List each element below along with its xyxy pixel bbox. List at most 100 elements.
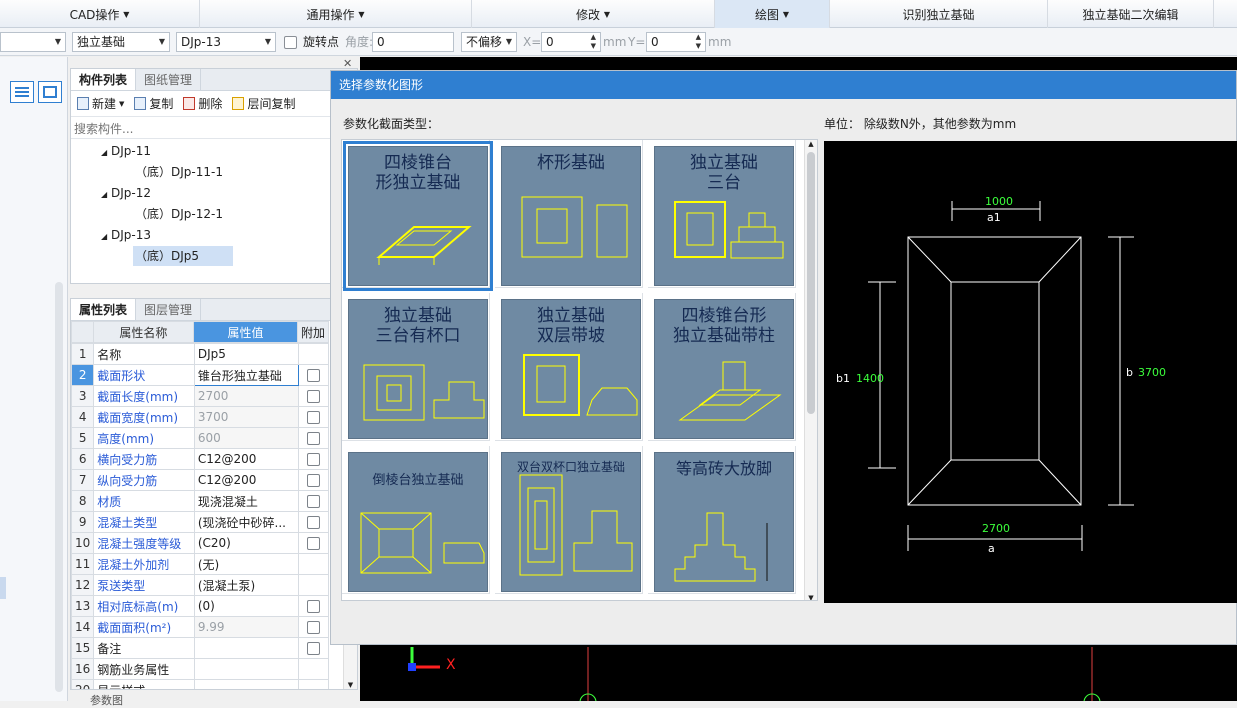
row-number: 13 xyxy=(71,595,95,617)
property-row[interactable]: 9 混凝土类型 (现浇砼中砂碎... xyxy=(71,511,329,533)
property-row[interactable]: 10 混凝土强度等级 (C20) xyxy=(71,532,329,554)
menu-cad-ops[interactable]: CAD操作 ▼ xyxy=(0,0,200,28)
row-number: 20 xyxy=(71,679,95,689)
property-row[interactable]: 14 截面面积(m²) 9.99 xyxy=(71,616,329,638)
shape-cell-inverted-frustum[interactable]: 倒棱台独立基础 xyxy=(342,446,490,594)
attach-checkbox[interactable] xyxy=(307,621,321,634)
attach-checkbox[interactable] xyxy=(307,411,321,424)
shape-cell-frustum-column[interactable]: 四棱锥台形 独立基础带柱 xyxy=(648,293,796,441)
property-row[interactable]: 16 钢筋业务属性 xyxy=(71,658,329,680)
tree-child[interactable]: （底）DJp-11-1 xyxy=(135,162,223,182)
shape-cell-three-step[interactable]: 独立基础 三台 xyxy=(648,140,796,288)
shape-cell-frustum[interactable]: 四棱锥台 形独立基础 xyxy=(342,140,493,291)
property-value[interactable] xyxy=(193,658,300,680)
shape-thumbnail: 双台双杯口独立基础 xyxy=(501,452,641,592)
attach-checkbox[interactable] xyxy=(307,537,321,550)
property-row[interactable]: 5 高度(mm) 600 xyxy=(71,427,329,449)
property-row[interactable]: 11 混凝土外加剂 (无) xyxy=(71,553,329,575)
property-row[interactable]: 8 材质 现浇混凝土 xyxy=(71,490,329,512)
new-button[interactable]: 新建 ▼ xyxy=(77,95,124,112)
layer-combo[interactable]: ▼ xyxy=(0,32,66,52)
property-row[interactable]: 3 截面长度(mm) 2700 xyxy=(71,385,329,407)
copy-button[interactable]: 复制 xyxy=(134,95,173,112)
property-row[interactable]: 2 截面形状 锥台形独立基础 xyxy=(71,364,329,386)
property-row[interactable]: 13 相对底标高(m) (0) xyxy=(71,595,329,617)
property-row[interactable]: 20显示样式 xyxy=(71,679,329,689)
attach-checkbox[interactable] xyxy=(307,642,321,655)
tree-node-label: DJp-12 xyxy=(110,186,151,200)
property-value[interactable]: 9.99 xyxy=(193,616,300,638)
attach-checkbox[interactable] xyxy=(307,390,321,403)
shape-cell-double-cup[interactable]: 双台双杯口独立基础 xyxy=(495,446,643,594)
shape-cell-double-slope[interactable]: 独立基础 双层带坡 xyxy=(495,293,643,441)
attach-cell xyxy=(298,574,329,596)
property-value[interactable]: C12@200 xyxy=(193,448,300,470)
left-scrollbar[interactable] xyxy=(55,282,63,692)
preview-drawing xyxy=(868,201,1134,551)
property-row[interactable]: 12 泵送类型 (混凝土泵) xyxy=(71,574,329,596)
attach-checkbox[interactable] xyxy=(307,516,321,529)
delete-button[interactable]: 删除 xyxy=(183,95,222,112)
menu-identify-foundation[interactable]: 识别独立基础 xyxy=(830,0,1048,28)
property-value[interactable]: C12@200 xyxy=(193,469,300,491)
search-input[interactable] xyxy=(71,119,357,139)
layer-copy-button[interactable]: 层间复制 xyxy=(232,95,295,112)
attach-checkbox[interactable] xyxy=(307,432,321,445)
tab-param-diagram[interactable]: 参数图 xyxy=(90,692,123,708)
property-row[interactable]: 15 备注 xyxy=(71,637,329,659)
attach-checkbox[interactable] xyxy=(307,369,321,382)
property-value[interactable]: 现浇混凝土 xyxy=(193,490,300,512)
gallery-scrollbar[interactable]: ▲ ▼ xyxy=(804,140,817,600)
property-value[interactable]: 600 xyxy=(193,427,300,449)
property-row[interactable]: 6 横向受力筋 C12@200 xyxy=(71,448,329,470)
tree-node[interactable]: ◢ DJp-13 xyxy=(101,225,151,247)
y-stepper[interactable]: 0 ▲ ▼ xyxy=(646,32,706,52)
property-row[interactable]: 1 名称 DJp5 xyxy=(71,343,329,365)
menu-modify[interactable]: 修改 ▼ xyxy=(472,0,715,28)
menu-draw[interactable]: 绘图 ▼ xyxy=(715,0,830,28)
offset-combo[interactable]: 不偏移 ▼ xyxy=(461,32,517,52)
property-value[interactable]: (无) xyxy=(193,553,300,575)
attach-checkbox[interactable] xyxy=(307,453,321,466)
tree-node[interactable]: ◢ DJp-12 xyxy=(101,183,151,205)
tab-layer-manager[interactable]: 图层管理 xyxy=(136,299,202,320)
menu-foundation-edit[interactable]: 独立基础二次编辑 xyxy=(1048,0,1214,28)
shape-cell-cup[interactable]: 杯形基础 xyxy=(495,140,643,288)
property-row[interactable]: 4 截面宽度(mm) 3700 xyxy=(71,406,329,428)
property-value[interactable]: DJp5 xyxy=(193,343,300,365)
tab-drawing-manager[interactable]: 图纸管理 xyxy=(136,69,202,90)
type-combo[interactable]: 独立基础 ▼ xyxy=(72,32,170,52)
property-value[interactable]: 锥台形独立基础 xyxy=(193,364,300,386)
tree-node[interactable]: ◢ DJp-11 xyxy=(101,141,151,163)
property-value[interactable]: (现浇砼中砂碎... xyxy=(193,511,300,533)
shape-cell-three-step-cup[interactable]: 独立基础 三台有杯口 xyxy=(342,293,490,441)
property-value[interactable]: (C20) xyxy=(193,532,300,554)
property-value[interactable]: (0) xyxy=(193,595,300,617)
combo-value: 不偏移 xyxy=(466,35,503,49)
list-view-icon[interactable] xyxy=(10,81,34,103)
tree-child[interactable]: （底）DJp-12-1 xyxy=(135,204,223,224)
property-value[interactable] xyxy=(193,637,300,659)
tree-node-label: DJp-13 xyxy=(110,228,151,242)
attach-checkbox[interactable] xyxy=(307,495,321,508)
shape-cell-brick-footing[interactable]: 等高砖大放脚 xyxy=(648,446,796,594)
close-icon[interactable]: ✕ xyxy=(343,57,352,70)
menu-general-ops[interactable]: 通用操作 ▼ xyxy=(200,0,472,28)
property-value[interactable]: 2700 xyxy=(193,385,300,407)
x-stepper[interactable]: 0 ▲ ▼ xyxy=(541,32,601,52)
property-row[interactable]: 7 纵向受力筋 C12@200 xyxy=(71,469,329,491)
angle-input[interactable]: 0 xyxy=(372,32,454,52)
component-combo[interactable]: DJp-13 ▼ xyxy=(176,32,276,52)
property-value[interactable]: 3700 xyxy=(193,406,300,428)
attach-checkbox[interactable] xyxy=(307,474,321,487)
rotate-checkbox[interactable] xyxy=(284,36,297,49)
tab-component-list[interactable]: 构件列表 xyxy=(71,69,137,90)
tree-child-selected[interactable]: （底）DJp5 xyxy=(133,246,233,266)
property-value[interactable]: (混凝土泵) xyxy=(193,574,300,596)
tab-property-list[interactable]: 属性列表 xyxy=(71,299,137,320)
property-value[interactable] xyxy=(193,679,300,689)
scroll-thumb[interactable] xyxy=(807,152,815,414)
grid-view-icon[interactable] xyxy=(38,81,62,103)
attach-checkbox[interactable] xyxy=(307,600,321,613)
chevron-down-icon: ▼ xyxy=(358,9,365,19)
